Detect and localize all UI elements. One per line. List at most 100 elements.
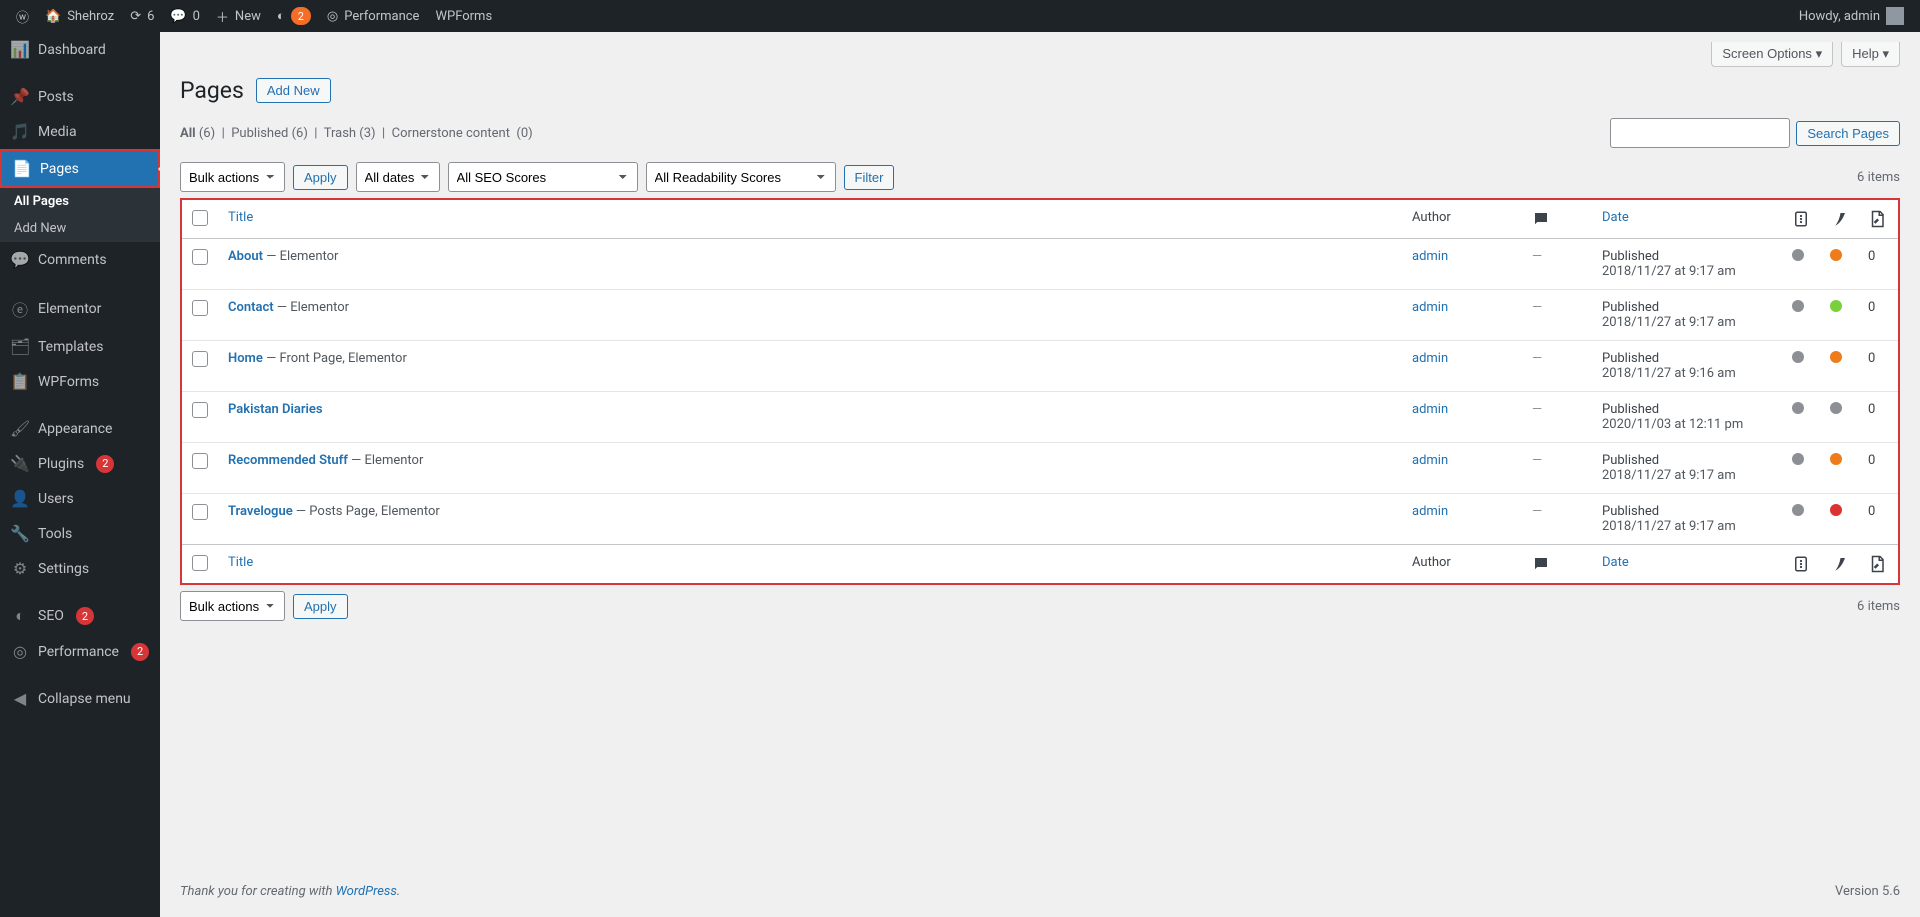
updates-link[interactable]: ⟳6 <box>122 0 162 32</box>
table-row: Pakistan Diaries admin — Published2020/1… <box>182 392 1898 443</box>
wp-logo[interactable]: ⓦ <box>8 0 37 32</box>
links-count: 0 <box>1858 290 1898 341</box>
comment-count: — <box>1532 300 1542 315</box>
page-title-link[interactable]: Travelogue <box>228 504 293 519</box>
apply-button[interactable]: Apply <box>293 165 348 190</box>
screen-options-button[interactable]: Screen Options ▾ <box>1711 42 1833 67</box>
wpforms-link[interactable]: WPForms <box>427 0 500 32</box>
author-link[interactable]: admin <box>1412 453 1448 468</box>
yoast-link[interactable]: ◐2 <box>269 0 319 32</box>
row-checkbox[interactable] <box>192 504 208 520</box>
new-content-link[interactable]: ＋ New <box>208 0 269 32</box>
sidebar-label: Plugins <box>38 456 84 472</box>
sidebar-item-collapse[interactable]: ◀Collapse menu <box>0 681 160 716</box>
comment-icon: 💬 <box>170 9 186 24</box>
refresh-icon: ⟳ <box>130 9 141 24</box>
search-button[interactable]: Search Pages <box>1796 121 1900 146</box>
sidebar-item-performance[interactable]: ◎Performance2 <box>0 634 160 669</box>
plus-icon: ＋ <box>216 7 229 26</box>
avatar-icon <box>1886 7 1904 25</box>
add-new-button[interactable]: Add New <box>256 78 331 103</box>
page-title-link[interactable]: Pakistan Diaries <box>228 402 323 417</box>
author-link[interactable]: admin <box>1412 402 1448 417</box>
sidebar-item-seo[interactable]: ◐SEO2 <box>0 598 160 634</box>
links-icon <box>1868 210 1886 228</box>
sidebar-item-dashboard[interactable]: 📊Dashboard <box>0 32 160 67</box>
help-button[interactable]: Help ▾ <box>1841 42 1900 67</box>
page-meta: — Elementor <box>348 453 423 468</box>
sidebar-item-elementor[interactable]: ⓔElementor <box>0 289 160 329</box>
comments-link[interactable]: 💬0 <box>162 0 208 32</box>
filter-button[interactable]: Filter <box>844 165 895 190</box>
sidebar-item-users[interactable]: 👤Users <box>0 481 160 516</box>
page-title-link[interactable]: Contact <box>228 300 274 315</box>
comment-icon: 💬 <box>10 250 30 269</box>
page-icon: 📄 <box>12 159 32 178</box>
filter-all[interactable]: All <box>180 126 196 141</box>
sidebar-label: Templates <box>38 339 104 355</box>
sidebar-item-comments[interactable]: 💬Comments <box>0 242 160 277</box>
row-checkbox[interactable] <box>192 453 208 469</box>
sidebar-item-templates[interactable]: 🗂Templates <box>0 329 160 364</box>
sidebar-item-wpforms[interactable]: 📋WPForms <box>0 364 160 399</box>
date-status: Published <box>1602 300 1772 315</box>
sidebar-item-pages[interactable]: 📄Pages <box>2 151 158 186</box>
bulk-actions-select[interactable]: Bulk actions <box>180 162 285 192</box>
readability-icon <box>1830 210 1848 228</box>
sidebar-sub-add-new[interactable]: Add New <box>0 215 160 242</box>
row-checkbox[interactable] <box>192 249 208 265</box>
sidebar-item-plugins[interactable]: 🔌Plugins2 <box>0 446 160 481</box>
author-link[interactable]: admin <box>1412 249 1448 264</box>
author-link[interactable]: admin <box>1412 351 1448 366</box>
author-link[interactable]: admin <box>1412 300 1448 315</box>
date-stamp: 2018/11/27 at 9:17 am <box>1602 468 1772 483</box>
sidebar-sub-all-pages[interactable]: All Pages <box>0 188 160 215</box>
select-all-checkbox[interactable] <box>192 210 208 226</box>
sidebar-label: Dashboard <box>38 42 106 58</box>
performance-link[interactable]: ◎Performance <box>319 0 428 32</box>
col-date-bottom[interactable]: Date <box>1602 555 1629 570</box>
filter-trash[interactable]: Trash <box>324 126 356 141</box>
readability-filter-select[interactable]: All Readability Scores <box>646 162 836 192</box>
row-checkbox[interactable] <box>192 351 208 367</box>
page-title-link[interactable]: Home <box>228 351 263 366</box>
date-status: Published <box>1602 453 1772 468</box>
page-meta: — Elementor <box>263 249 338 264</box>
sidebar-item-settings[interactable]: ⚙Settings <box>0 551 160 586</box>
row-checkbox[interactable] <box>192 300 208 316</box>
sidebar-label: Elementor <box>38 301 101 317</box>
sidebar-item-media[interactable]: 🎵Media <box>0 114 160 149</box>
page-title-link[interactable]: About <box>228 249 263 264</box>
row-checkbox[interactable] <box>192 402 208 418</box>
search-input[interactable] <box>1610 118 1790 148</box>
seo-filter-select[interactable]: All SEO Scores <box>448 162 638 192</box>
seo-dot <box>1792 351 1804 363</box>
user-menu[interactable]: Howdy, admin <box>1791 0 1912 32</box>
sidebar-item-appearance[interactable]: 🖌Appearance <box>0 411 160 446</box>
col-date[interactable]: Date <box>1602 210 1629 225</box>
date-status: Published <box>1602 504 1772 519</box>
page-title-link[interactable]: Recommended Stuff <box>228 453 348 468</box>
apply-button-bottom[interactable]: Apply <box>293 594 348 619</box>
links-count: 0 <box>1858 443 1898 494</box>
col-title[interactable]: Title <box>228 210 253 225</box>
filter-published[interactable]: Published <box>231 126 288 141</box>
sidebar-item-tools[interactable]: 🔧Tools <box>0 516 160 551</box>
date-filter-select[interactable]: All dates <box>356 162 440 192</box>
date-status: Published <box>1602 249 1772 264</box>
sidebar-label: Media <box>38 124 77 140</box>
author-link[interactable]: admin <box>1412 504 1448 519</box>
new-label: New <box>235 9 261 24</box>
select-all-checkbox-bottom[interactable] <box>192 555 208 571</box>
wordpress-link[interactable]: WordPress <box>336 884 397 899</box>
date-stamp: 2018/11/27 at 9:17 am <box>1602 519 1772 534</box>
site-name-link[interactable]: 🏠Shehroz <box>37 0 122 32</box>
sidebar-label: Performance <box>38 644 119 660</box>
admin-sidebar: 📊Dashboard 📌Posts 🎵Media 📄Pages All Page… <box>0 32 160 917</box>
col-title-bottom[interactable]: Title <box>228 555 253 570</box>
bulk-actions-select-bottom[interactable]: Bulk actions <box>180 591 285 621</box>
filter-cornerstone[interactable]: Cornerstone content <box>392 126 510 141</box>
comment-count: — <box>1532 351 1542 366</box>
sidebar-label: Settings <box>38 561 89 577</box>
sidebar-item-posts[interactable]: 📌Posts <box>0 79 160 114</box>
